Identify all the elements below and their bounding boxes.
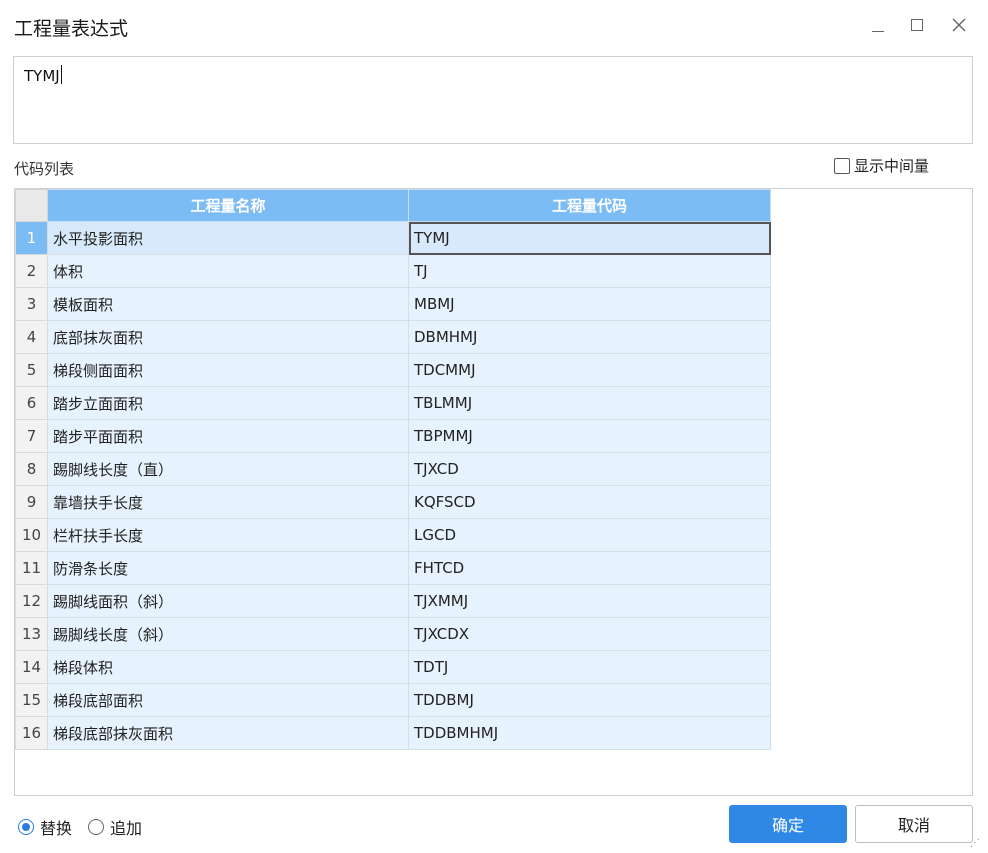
column-header-code[interactable]: 工程量代码 — [408, 189, 771, 222]
mode-radio-group: 替换 追加 — [18, 815, 158, 839]
column-header-name[interactable]: 工程量名称 — [47, 189, 409, 222]
table-row[interactable]: 16 梯段底部抹灰面积 TDDBMHMJ — [15, 716, 771, 750]
row-number[interactable]: 14 — [15, 650, 48, 684]
minimize-button[interactable] — [863, 10, 893, 40]
quantity-name-cell[interactable]: 踏步平面面积 — [47, 419, 409, 453]
code-list-label: 代码列表 — [14, 160, 75, 178]
quantity-name-cell[interactable]: 踢脚线长度（直） — [47, 452, 409, 486]
text-caret — [60, 65, 62, 84]
quantity-code-cell[interactable]: TJXCD — [408, 452, 771, 486]
radio-replace-label: 替换 — [40, 819, 73, 838]
quantity-code-cell[interactable]: MBMJ — [408, 287, 771, 321]
quantity-name-cell[interactable]: 梯段体积 — [47, 650, 409, 684]
quantity-code-cell[interactable]: TJXMMJ — [408, 584, 771, 618]
row-number[interactable]: 8 — [15, 452, 48, 486]
row-number[interactable]: 7 — [15, 419, 48, 453]
row-number[interactable]: 15 — [15, 683, 48, 717]
table-row[interactable]: 8 踢脚线长度（直） TJXCD — [15, 452, 771, 486]
row-number[interactable]: 12 — [15, 584, 48, 618]
row-number[interactable]: 4 — [15, 320, 48, 354]
minimize-icon — [872, 30, 884, 32]
close-icon — [952, 18, 966, 32]
quantity-name-cell[interactable]: 体积 — [47, 254, 409, 288]
show-intermediate-toggle[interactable]: 显示中间量 — [834, 155, 929, 176]
quantity-code-cell[interactable]: TBPMMJ — [408, 419, 771, 453]
quantity-name-cell[interactable]: 梯段底部面积 — [47, 683, 409, 717]
maximize-button[interactable] — [902, 10, 932, 40]
quantity-code-cell[interactable]: LGCD — [408, 518, 771, 552]
radio-append-label: 追加 — [110, 819, 143, 838]
row-number[interactable]: 3 — [15, 287, 48, 321]
table-row[interactable]: 5 梯段侧面面积 TDCMMJ — [15, 353, 771, 387]
row-number[interactable]: 13 — [15, 617, 48, 651]
quantity-name-cell[interactable]: 栏杆扶手长度 — [47, 518, 409, 552]
radio-replace[interactable]: 替换 — [18, 815, 72, 839]
table-row[interactable]: 13 踢脚线长度（斜） TJXCDX — [15, 617, 771, 651]
show-intermediate-checkbox[interactable] — [834, 157, 850, 174]
ok-button[interactable]: 确定 — [729, 805, 847, 843]
row-number[interactable]: 9 — [15, 485, 48, 519]
quantity-code-cell[interactable]: TDTJ — [408, 650, 771, 684]
table-header-row: 工程量名称 工程量代码 — [15, 189, 771, 222]
quantity-name-cell[interactable]: 靠墙扶手长度 — [47, 485, 409, 519]
table-row[interactable]: 9 靠墙扶手长度 KQFSCD — [15, 485, 771, 519]
quantity-name-cell[interactable]: 防滑条长度 — [47, 551, 409, 585]
quantity-code-cell[interactable]: DBMHMJ — [408, 320, 771, 354]
quantity-name-cell[interactable]: 水平投影面积 — [47, 221, 409, 255]
expression-input[interactable]: TYMJ — [13, 56, 973, 144]
cancel-button[interactable]: 取消 — [855, 805, 973, 843]
resize-grip-icon[interactable]: ⋰ — [970, 838, 980, 849]
show-intermediate-label: 显示中间量 — [854, 157, 930, 175]
radio-selected-dot — [22, 823, 30, 831]
row-number[interactable]: 5 — [15, 353, 48, 387]
table-row[interactable]: 10 栏杆扶手长度 LGCD — [15, 518, 771, 552]
quantity-code-cell[interactable]: KQFSCD — [408, 485, 771, 519]
quantity-name-cell[interactable]: 踢脚线长度（斜） — [47, 617, 409, 651]
radio-replace-circle[interactable] — [18, 819, 34, 835]
code-list-grid: 工程量名称 工程量代码 1 水平投影面积 TYMJ 2 体积 TJ 3 模板面积 MBMJ 4 底部… — [14, 188, 973, 796]
window-title: 工程量表达式 — [14, 18, 129, 40]
quantity-name-cell[interactable]: 踏步立面面积 — [47, 386, 409, 420]
expression-text: TYMJ — [24, 67, 60, 85]
table-row[interactable]: 6 踏步立面面积 TBLMMJ — [15, 386, 771, 420]
row-number[interactable]: 6 — [15, 386, 48, 420]
row-number[interactable]: 11 — [15, 551, 48, 585]
quantity-code-cell[interactable]: TYMJ — [408, 221, 771, 255]
header-corner[interactable] — [15, 189, 48, 222]
title-bar: 工程量表达式 — [0, 0, 988, 52]
table-row[interactable]: 7 踏步平面面积 TBPMMJ — [15, 419, 771, 453]
table-row[interactable]: 4 底部抹灰面积 DBMHMJ — [15, 320, 771, 354]
quantity-name-cell[interactable]: 踢脚线面积（斜） — [47, 584, 409, 618]
quantity-code-cell[interactable]: TBLMMJ — [408, 386, 771, 420]
table-row[interactable]: 15 梯段底部面积 TDDBMJ — [15, 683, 771, 717]
quantity-code-cell[interactable]: TJ — [408, 254, 771, 288]
maximize-icon — [911, 19, 923, 31]
quantity-code-cell[interactable]: FHTCD — [408, 551, 771, 585]
code-table: 工程量名称 工程量代码 1 水平投影面积 TYMJ 2 体积 TJ 3 模板面积 MBMJ 4 底部… — [15, 189, 771, 750]
table-row[interactable]: 1 水平投影面积 TYMJ — [15, 221, 771, 255]
table-row[interactable]: 2 体积 TJ — [15, 254, 771, 288]
quantity-code-cell[interactable]: TDDBMHMJ — [408, 716, 771, 750]
quantity-code-cell[interactable]: TDCMMJ — [408, 353, 771, 387]
table-row[interactable]: 14 梯段体积 TDTJ — [15, 650, 771, 684]
quantity-code-cell[interactable]: TJXCDX — [408, 617, 771, 651]
radio-append[interactable]: 追加 — [88, 815, 142, 839]
row-number[interactable]: 2 — [15, 254, 48, 288]
row-number[interactable]: 10 — [15, 518, 48, 552]
table-row[interactable]: 3 模板面积 MBMJ — [15, 287, 771, 321]
quantity-name-cell[interactable]: 梯段侧面面积 — [47, 353, 409, 387]
table-row[interactable]: 12 踢脚线面积（斜） TJXMMJ — [15, 584, 771, 618]
row-number[interactable]: 1 — [15, 221, 48, 255]
quantity-name-cell[interactable]: 模板面积 — [47, 287, 409, 321]
table-row[interactable]: 11 防滑条长度 FHTCD — [15, 551, 771, 585]
row-number[interactable]: 16 — [15, 716, 48, 750]
radio-append-circle[interactable] — [88, 819, 105, 835]
quantity-name-cell[interactable]: 底部抹灰面积 — [47, 320, 409, 354]
quantity-name-cell[interactable]: 梯段底部抹灰面积 — [47, 716, 409, 750]
quantity-code-cell[interactable]: TDDBMJ — [408, 683, 771, 717]
close-button[interactable] — [944, 10, 974, 40]
